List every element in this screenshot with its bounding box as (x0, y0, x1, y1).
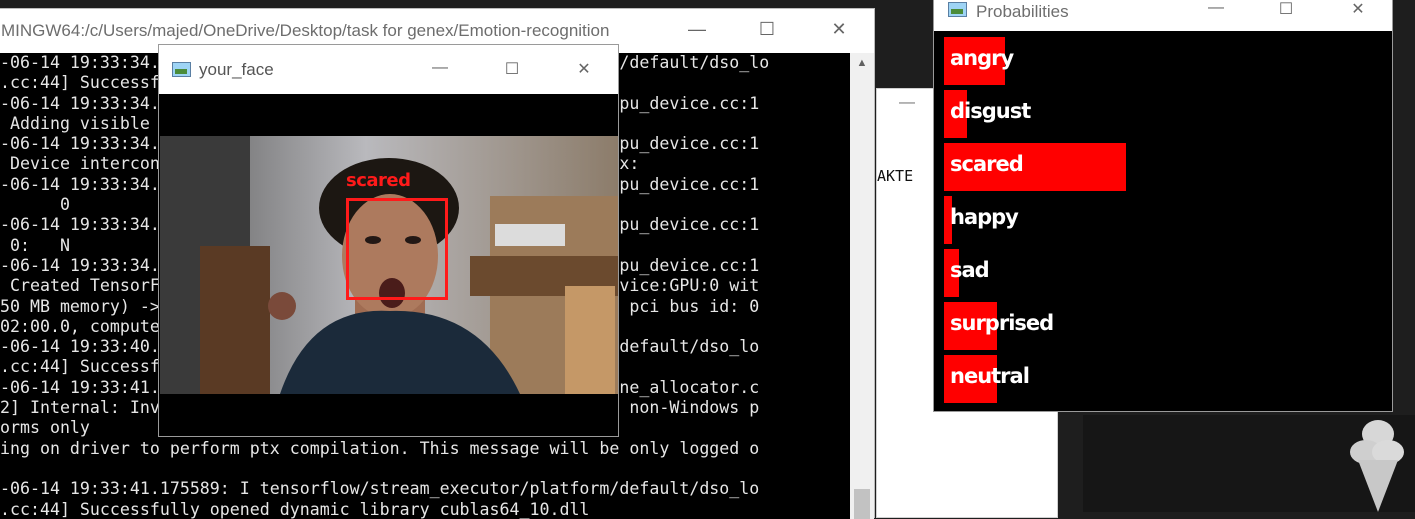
probability-row-angry: angry (944, 37, 1384, 90)
scroll-thumb[interactable] (854, 489, 870, 519)
face-detection-box (346, 198, 448, 300)
close-icon[interactable]: ✕ (561, 59, 607, 79)
probability-label-happy: happy (950, 205, 1019, 229)
probability-row-surprised: surprised (944, 302, 1384, 355)
app-window-icon (948, 2, 967, 17)
your-face-titlebar[interactable]: your_face — ☐ ✕ (159, 45, 618, 94)
probability-label-disgust: disgust (950, 99, 1031, 123)
minimize-icon[interactable]: — (899, 94, 915, 112)
probability-row-happy: happy (944, 196, 1384, 249)
maximize-icon[interactable]: ☐ (1263, 0, 1309, 19)
probabilities-window[interactable]: Probabilities — ☐ ✕ angry disgust scared ha… (933, 0, 1393, 412)
maximize-icon[interactable]: ☐ (489, 59, 535, 79)
close-icon[interactable]: ✕ (1335, 0, 1381, 19)
probability-row-disgust: disgust (944, 90, 1384, 143)
ice-cream-logo-icon (1350, 420, 1404, 512)
background-window-text: AKTE (877, 167, 914, 185)
probabilities-title: Probabilities (976, 2, 1069, 21)
probability-label-surprised: surprised (950, 311, 1054, 335)
close-icon[interactable]: ✕ (816, 19, 862, 40)
scroll-up-icon[interactable]: ▲ (850, 57, 874, 69)
probability-label-neutral: neutral (950, 364, 1030, 388)
terminal-line: -06-14 19:33:41.175589: I tensorflow/str… (0, 479, 760, 499)
your-face-window[interactable]: your_face — ☐ ✕ scared (158, 44, 619, 437)
probabilities-titlebar[interactable]: Probabilities — ☐ ✕ (934, 0, 1392, 31)
terminal-line: ing on driver to perform ptx compilation… (0, 438, 760, 458)
probability-row-neutral: neutral (944, 355, 1384, 408)
probability-row-sad: sad (944, 249, 1384, 302)
maximize-icon[interactable]: ☐ (744, 19, 790, 40)
probability-row-scared: scared (944, 143, 1384, 196)
minimize-icon[interactable]: — (674, 19, 720, 40)
detected-emotion-label: scared (346, 170, 411, 191)
probability-label-scared: scared (950, 152, 1024, 176)
terminal-scrollbar[interactable]: ▲ (850, 53, 874, 519)
terminal-title: MINGW64:/c/Users/majed/OneDrive/Desktop/… (1, 21, 610, 40)
app-window-icon (172, 62, 191, 77)
webcam-feed: scared (160, 136, 618, 394)
probability-label-sad: sad (950, 258, 990, 282)
minimize-icon[interactable]: — (1193, 0, 1239, 17)
probability-label-angry: angry (950, 46, 1014, 70)
your-face-title: your_face (199, 60, 274, 79)
probability-bars: angry disgust scared happy sad surprised neutr… (944, 37, 1384, 408)
terminal-line: .cc:44] Successfully opened dynamic libr… (0, 499, 590, 519)
minimize-icon[interactable]: — (417, 59, 463, 77)
